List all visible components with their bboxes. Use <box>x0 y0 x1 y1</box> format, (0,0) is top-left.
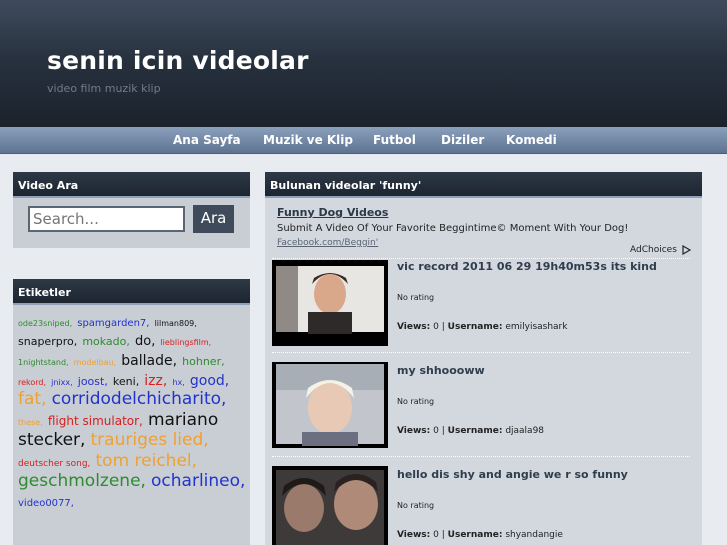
tag-link[interactable]: these, <box>18 418 43 427</box>
tag-link[interactable]: flight simulator, <box>48 414 143 428</box>
video-title-link[interactable]: hello dis shy and angie we r so funny <box>397 468 628 481</box>
search-button[interactable]: Ara <box>193 205 234 233</box>
video-meta: Views: 0 | Username: djaala98 <box>397 426 545 436</box>
ad-text: Submit A Video Of Your Favorite Begginti… <box>277 223 629 234</box>
tag-link[interactable]: fat, <box>18 389 46 409</box>
site-header: senin icin videolar video film muzik kli… <box>0 0 727 127</box>
nav-item-muzik-ve-klip[interactable]: Muzik ve Klip <box>263 133 353 147</box>
video-thumbnail[interactable] <box>272 362 388 448</box>
site-tagline: video film muzik klip <box>47 82 161 95</box>
ad-title-link[interactable]: Funny Dog Videos <box>277 206 388 219</box>
views-label: Views: <box>397 530 431 540</box>
separator <box>272 352 690 353</box>
separator <box>272 456 690 457</box>
tag-link[interactable]: geschmolzene, <box>18 471 146 491</box>
main-nav: Ana Sayfa Muzik ve Klip Futbol Diziler K… <box>0 127 727 154</box>
adchoices-link[interactable]: AdChoices <box>630 245 677 255</box>
tag-link[interactable]: rekord, <box>18 378 46 387</box>
video-title-link[interactable]: my shhoooww <box>397 364 485 377</box>
site-title[interactable]: senin icin videolar <box>47 46 309 75</box>
tag-link[interactable]: modelbau, <box>74 358 117 367</box>
tag-link[interactable]: deutscher song, <box>18 459 90 469</box>
nav-item-ana-sayfa[interactable]: Ana Sayfa <box>173 133 241 147</box>
username[interactable]: djaala98 <box>505 426 544 436</box>
username-label: Username: <box>447 530 503 540</box>
tag-link[interactable]: hohner, <box>182 355 224 368</box>
tag-link[interactable]: good, <box>190 373 229 389</box>
views-label: Views: <box>397 322 431 332</box>
tag-link[interactable]: stecker, <box>18 430 85 450</box>
username-label: Username: <box>447 426 503 436</box>
username[interactable]: emilyisashark <box>505 322 567 332</box>
tag-link[interactable]: corridodelchicharito, <box>52 389 227 409</box>
tag-link[interactable]: snaperpro, <box>18 335 77 348</box>
tag-link[interactable]: lieblingsfilm, <box>160 338 211 347</box>
tag-link[interactable]: jnixx, <box>51 378 73 387</box>
video-rating: No rating <box>397 293 435 302</box>
tag-link[interactable]: 1nightstand, <box>18 358 69 367</box>
tag-link[interactable]: lilman809, <box>155 319 197 328</box>
video-thumbnail[interactable] <box>272 260 388 346</box>
tag-link[interactable]: hx, <box>172 378 184 387</box>
tag-link[interactable]: spamgarden7, <box>77 318 149 329</box>
tag-link[interactable]: izz, <box>144 373 167 389</box>
tag-link[interactable]: video0077, <box>18 498 74 509</box>
tag-link[interactable]: tom reichel, <box>96 451 198 471</box>
nav-item-diziler[interactable]: Diziler <box>441 133 484 147</box>
tag-link[interactable]: joost, <box>78 375 108 388</box>
username-label: Username: <box>447 322 503 332</box>
video-title-link[interactable]: vic record 2011 06 29 19h40m53s its kind <box>397 260 657 273</box>
views-label: Views: <box>397 426 431 436</box>
separator <box>272 258 690 259</box>
tag-link[interactable]: mariano <box>148 410 218 430</box>
tag-link[interactable]: ocharlineo, <box>151 471 245 491</box>
video-rating: No rating <box>397 397 435 406</box>
nav-item-futbol[interactable]: Futbol <box>373 133 416 147</box>
ad-url-link[interactable]: Facebook.com/Beggin' <box>277 238 378 248</box>
tag-link[interactable]: trauriges lied, <box>91 430 209 450</box>
tag-link[interactable]: do, <box>135 334 155 349</box>
tag-link[interactable]: keni, <box>113 375 139 388</box>
tag-link[interactable]: mokado, <box>82 335 130 348</box>
tags-box-heading: Etiketler <box>13 279 250 305</box>
search-box-heading: Video Ara <box>13 172 250 198</box>
views-count: 0 <box>433 322 439 332</box>
search-input[interactable] <box>28 206 185 232</box>
adchoices-icon[interactable] <box>681 245 691 255</box>
nav-item-komedi[interactable]: Komedi <box>506 133 557 147</box>
views-count: 0 <box>433 530 439 540</box>
video-meta: Views: 0 | Username: emilyisashark <box>397 322 568 332</box>
tag-link[interactable]: ballade, <box>121 353 177 369</box>
video-meta: Views: 0 | Username: shyandangie <box>397 530 563 540</box>
results-heading: Bulunan videolar 'funny' <box>265 172 702 198</box>
video-rating: No rating <box>397 501 435 510</box>
video-thumbnail[interactable] <box>272 466 388 545</box>
username[interactable]: shyandangie <box>505 530 563 540</box>
tag-link[interactable]: ode23sniped, <box>18 319 72 328</box>
views-count: 0 <box>433 426 439 436</box>
tag-cloud: ode23sniped, spamgarden7, lilman809, sna… <box>18 311 246 511</box>
